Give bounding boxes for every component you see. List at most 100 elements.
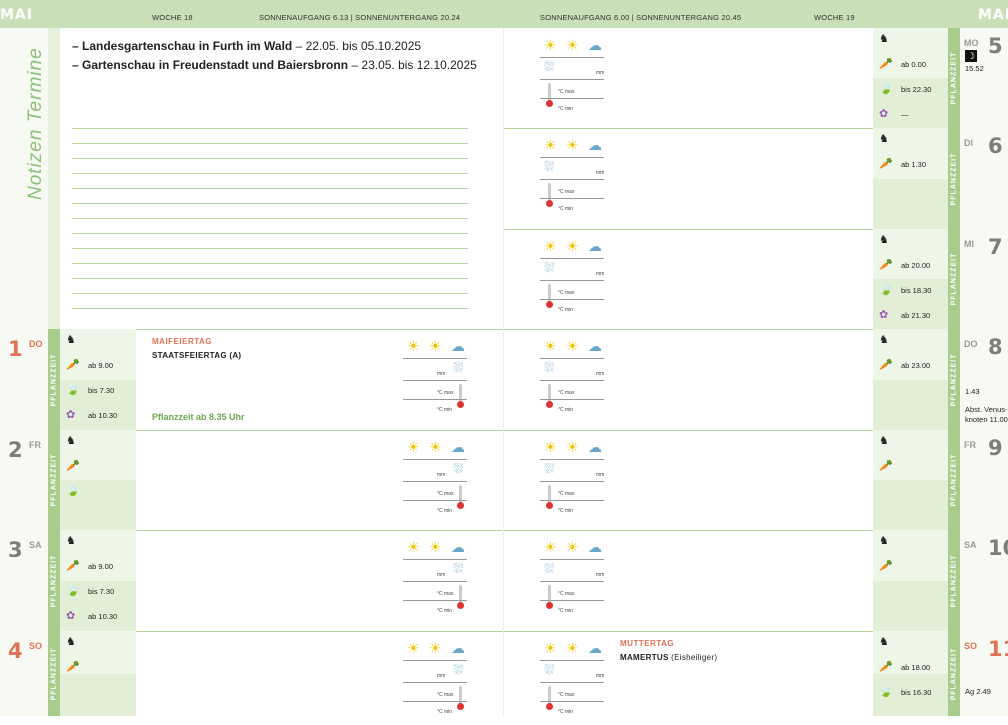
zodiac-icon: 🥕 [879, 661, 893, 673]
weather-block: ☀ ☀ ☁ ⛆ mm °C max °C min [540, 539, 606, 624]
temp-min-label: °C min [437, 709, 453, 715]
thermometer-bulb [457, 602, 464, 609]
rain-unit: mm [437, 371, 446, 377]
thermometer-bulb [457, 502, 464, 509]
cloud-icon: ☁ [588, 37, 602, 53]
temp-min-label: °C min [437, 608, 453, 614]
page-fold [503, 28, 504, 716]
cloud-icon: ☁ [451, 539, 465, 555]
thermometer-icon [546, 384, 553, 408]
row-divider [0, 329, 1008, 330]
holiday-sublabel-name: MAMERTUS [620, 653, 669, 662]
weather-line [540, 280, 604, 281]
astro-time: ab 10.30 [88, 612, 118, 621]
thermometer-bulb [546, 401, 553, 408]
day-number: 9 [988, 436, 1003, 460]
weather-icons-row: ☀ ☀ ☁ [403, 338, 469, 358]
day-number: 2 [8, 438, 23, 462]
rain-icon: ⛆ [453, 360, 464, 375]
pflanzzeit-label: PFLANZZEIT [50, 453, 58, 507]
day-number: 6 [988, 134, 1003, 158]
day-number: 1 [8, 337, 23, 361]
rain-unit: mm [596, 271, 605, 277]
cloud-icon: ☁ [451, 439, 465, 455]
day-number: 7 [988, 235, 1003, 259]
note-line [72, 128, 468, 129]
thermometer-icon [546, 686, 553, 710]
zodiac-icon: 🍃 [66, 485, 80, 497]
weather-icons-row: ☀ ☀ ☁ [540, 137, 606, 157]
day-number: 3 [8, 538, 23, 562]
note-line [72, 293, 468, 294]
weather-line [540, 459, 604, 460]
week-right: WOCHE 19 [814, 13, 855, 22]
astro-event: knoten 11.00 [965, 415, 1008, 424]
weather-line [540, 380, 604, 381]
zodiac-icon: 🥕 [66, 359, 80, 371]
sun-icon: ☀ [566, 338, 579, 354]
pflanzzeit-strip: PFLANZZEIT [48, 530, 60, 631]
zodiac-icon: 🍃 [66, 384, 80, 396]
sun-icon: ☀ [544, 137, 557, 153]
holiday-sublabel: MAMERTUS (Eisheiliger) [620, 653, 717, 662]
astro-time: bis 22.30 [901, 85, 932, 94]
day-of-week: SO [29, 641, 43, 651]
pflanzzeit-strip: PFLANZZEIT [948, 329, 960, 430]
zodiac-icon: ♞ [66, 535, 76, 547]
astro-column-lower [873, 480, 949, 530]
thermometer-bulb [546, 301, 553, 308]
zodiac-icon: ♞ [66, 334, 76, 346]
temp-max-label: °C max [437, 591, 454, 597]
rain-unit: mm [596, 673, 605, 679]
zodiac-icon: ♞ [66, 636, 76, 648]
weather-line [540, 660, 604, 661]
weather-block: ☀ ☀ ☁ ⛆ mm °C max °C min [540, 137, 606, 222]
sun-icon: ☀ [544, 37, 557, 53]
sun-icon: ☀ [566, 37, 579, 53]
note-line [72, 173, 468, 174]
pflanzzeit-strip: PFLANZZEIT [948, 28, 960, 128]
cloud-icon: ☁ [451, 640, 465, 656]
sun-icon: ☀ [544, 338, 557, 354]
weather-line [540, 481, 604, 482]
thermometer-bulb [546, 703, 553, 710]
rain-unit: mm [437, 673, 446, 679]
note-line [72, 278, 468, 279]
sun-icon: ☀ [566, 539, 579, 555]
weather-line [403, 600, 467, 601]
weather-line [403, 481, 467, 482]
astro-column-lower [873, 178, 949, 229]
event-2-name: – Gartenschau in Freudenstadt und Baiers… [72, 58, 349, 72]
weather-icons-row: ☀ ☀ ☁ [403, 539, 469, 559]
thermometer-bulb [546, 100, 553, 107]
zodiac-icon: 🍃 [879, 686, 893, 698]
astro-time: ab 0.00 [901, 60, 927, 69]
rain-unit: mm [596, 170, 605, 176]
weather-line [540, 79, 604, 80]
row-divider [0, 631, 1008, 632]
temp-max-label: °C max [558, 290, 575, 296]
weather-line [403, 380, 467, 381]
sun-times-left: SONNENAUFGANG 6.13 | SONNENUNTERGANG 20.… [259, 13, 461, 22]
sun-icon: ☀ [544, 539, 557, 555]
weather-line [540, 701, 604, 702]
sun-icon: ☀ [544, 238, 557, 254]
day-of-week: DI [964, 138, 973, 148]
notes-margin [48, 28, 60, 329]
sun-icon: ☀ [566, 137, 579, 153]
temp-max-label: °C max [437, 390, 454, 396]
zodiac-icon: ♞ [879, 435, 889, 447]
notes-title: Notizen Termine [25, 47, 46, 200]
weather-line [403, 459, 467, 460]
pflanzzeit-strip: PFLANZZEIT [48, 430, 60, 530]
temp-min-label: °C min [558, 307, 574, 313]
sun-icon: ☀ [566, 640, 579, 656]
sun-icon: ☀ [429, 640, 442, 656]
astro-time: ab 10.30 [88, 411, 118, 420]
day-number: 5 [988, 34, 1003, 58]
weather-line [403, 701, 467, 702]
pflanzzeit-strip: PFLANZZEIT [48, 329, 60, 430]
rain-icon: ⛆ [544, 59, 555, 74]
pflanzzeit-label: PFLANZZEIT [950, 152, 958, 205]
cloud-icon: ☁ [588, 238, 602, 254]
